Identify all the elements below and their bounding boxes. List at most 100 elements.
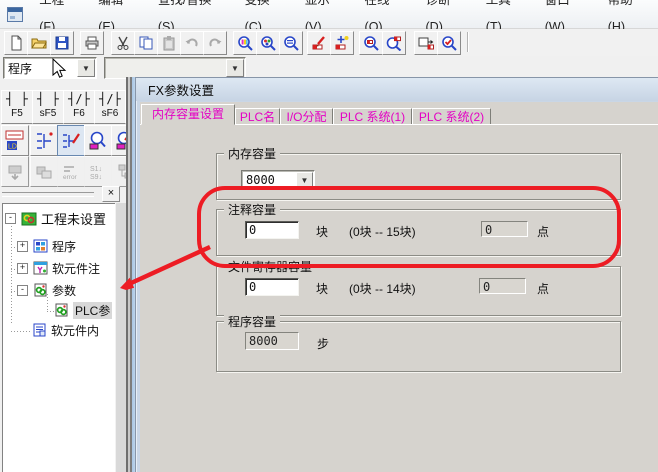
tree-lines-icon [34,131,54,151]
transfer-setup-button[interactable] [414,31,438,55]
redo-button[interactable] [203,31,227,55]
tab-plc-system-1[interactable]: PLC 系统(1) [333,108,412,125]
tree-item-program[interactable]: + 程序 [17,237,76,255]
data-select-combo[interactable]: ▼ [104,57,246,79]
program-capacity-label: 程序容量 [224,313,280,330]
tree-item-label: 参数 [52,282,76,299]
memory-capacity-label: 内存容量 [224,145,280,162]
write-mode-button[interactable] [307,31,331,55]
monitor-window-button[interactable] [84,125,112,156]
ladder-button-label: sF6 [102,108,119,119]
svg-text:error: error [63,174,78,181]
secondary-toolbar: 程序 ▼ ▼ [0,56,658,77]
magnifier-register-icon [363,35,379,51]
dialog-title-bar[interactable]: FX参数设置 [136,78,658,101]
tree-expand-icon[interactable]: + [17,241,28,252]
tree-view-button[interactable] [30,125,58,156]
monitor-mode-button[interactable] [359,31,383,55]
floppy-icon [54,35,70,51]
svg-text:S1↓: S1↓ [90,166,102,173]
tree-connector [11,331,30,332]
paste-button[interactable] [157,31,181,55]
program-select-combo[interactable]: 程序 ▼ [3,57,97,79]
device-memory-icon [32,323,47,337]
tree-collapse-icon[interactable]: - [5,213,16,224]
panel-close-button[interactable]: × [102,186,120,202]
find-contact-button[interactable] [256,31,280,55]
disabled-sfc-step-button[interactable]: S1↓S9↓ [84,156,112,187]
tree-item-parameter[interactable]: - 参数 [17,281,76,299]
tree-item-device-memory[interactable]: 软元件内 [32,321,99,339]
file-register-points-unit: 点 [537,280,549,297]
tree-edit-button[interactable] [57,125,85,156]
parallel-closed-icon: ┤/├ [95,91,125,107]
print-button[interactable] [80,31,104,55]
tab-io-assignment[interactable]: I/O分配 [280,108,333,125]
magnifier-abc-icon [283,35,299,51]
copy-button[interactable] [134,31,158,55]
disabled-icon [35,163,53,181]
ladder-closed-contact-button[interactable]: ┤/├F6 [63,90,95,124]
redo-icon [207,35,223,51]
ladder-mark-button[interactable]: LD [1,125,29,156]
undo-button[interactable] [180,31,204,55]
closed-contact-icon: ┤/├ [64,91,94,107]
application-window: 工程(F) 编辑(E) 查找/替换(S) 变换(C) 显示(V) 在线(O) 诊… [0,0,658,472]
tab-plc-system-2[interactable]: PLC 系统(2) [412,108,491,125]
tab-label: 内存容量设置 [152,107,224,121]
menu-bar: 工程(F) 编辑(E) 查找/替换(S) 变换(C) 显示(V) 在线(O) 诊… [0,0,658,29]
memory-capacity-value: 8000 [242,173,296,187]
tree-connector [47,311,54,312]
main-toolbar [0,29,658,57]
program-steps-value: 8000 [245,332,299,350]
dock-grip[interactable] [2,192,94,197]
child-window-icon[interactable] [7,7,23,22]
cut-button[interactable] [111,31,135,55]
find-device-button[interactable] [279,31,303,55]
disabled-error-jump-button[interactable]: error [57,156,85,187]
tree-collapse-icon[interactable]: - [17,285,28,296]
file-register-points-value: 0 [479,278,526,294]
magnifier-register2-icon [386,35,402,51]
svg-text:LD: LD [8,143,17,150]
red-pencil-icon [311,35,327,51]
scissors-icon [115,35,131,51]
open-folder-icon [31,35,47,51]
magnifier-rainbow-icon [237,35,253,51]
magnifier-check-icon [441,35,457,51]
new-file-button[interactable] [4,31,28,55]
svg-text:S9↓: S9↓ [90,174,102,181]
tree-item-label: 程序 [52,238,76,255]
tree-expand-icon[interactable]: + [17,263,28,274]
ladder-button-label: F6 [73,108,85,119]
tree-root-project[interactable]: - 工程未设置 [5,209,106,227]
device-comment-icon [33,261,48,275]
magnifier-pink-icon [88,131,108,151]
disabled-step-run-button[interactable] [1,156,29,187]
ladder-open-contact-button[interactable]: ┤ ├F5 [1,90,33,124]
tree-connector [11,220,12,325]
error-jump-icon: error [61,162,81,182]
ladder-parallel-closed-button[interactable]: ┤/├sF6 [94,90,126,124]
find-ladder-button[interactable] [233,31,257,55]
ladder-parallel-open-button[interactable]: ┤ ├sF5 [32,90,64,124]
tree-pencil-icon [61,131,81,151]
file-register-range: (0块 -- 14块) [349,280,416,297]
open-file-button[interactable] [27,31,51,55]
tab-plc-name[interactable]: PLC名 [235,108,280,125]
magnifier-colors-icon [260,35,276,51]
parameter-icon [33,283,48,297]
file-register-blocks-input[interactable]: 0 [245,278,299,296]
combo-dropdown-icon[interactable]: ▼ [226,59,244,77]
tab-memory-capacity[interactable]: 内存容量设置 [141,104,235,125]
save-button[interactable] [50,31,74,55]
tab-label: I/O分配 [286,110,326,124]
insert-mode-button[interactable] [330,31,354,55]
monitor-write-button[interactable] [382,31,406,55]
combo-dropdown-icon[interactable]: ▼ [77,59,95,77]
program-check-button[interactable] [437,31,461,55]
disabled-block-button[interactable] [30,156,58,187]
ladder-button-label: F5 [11,108,23,119]
tab-label: PLC 系统(2) [419,110,484,124]
toolbar-separator [467,32,469,52]
